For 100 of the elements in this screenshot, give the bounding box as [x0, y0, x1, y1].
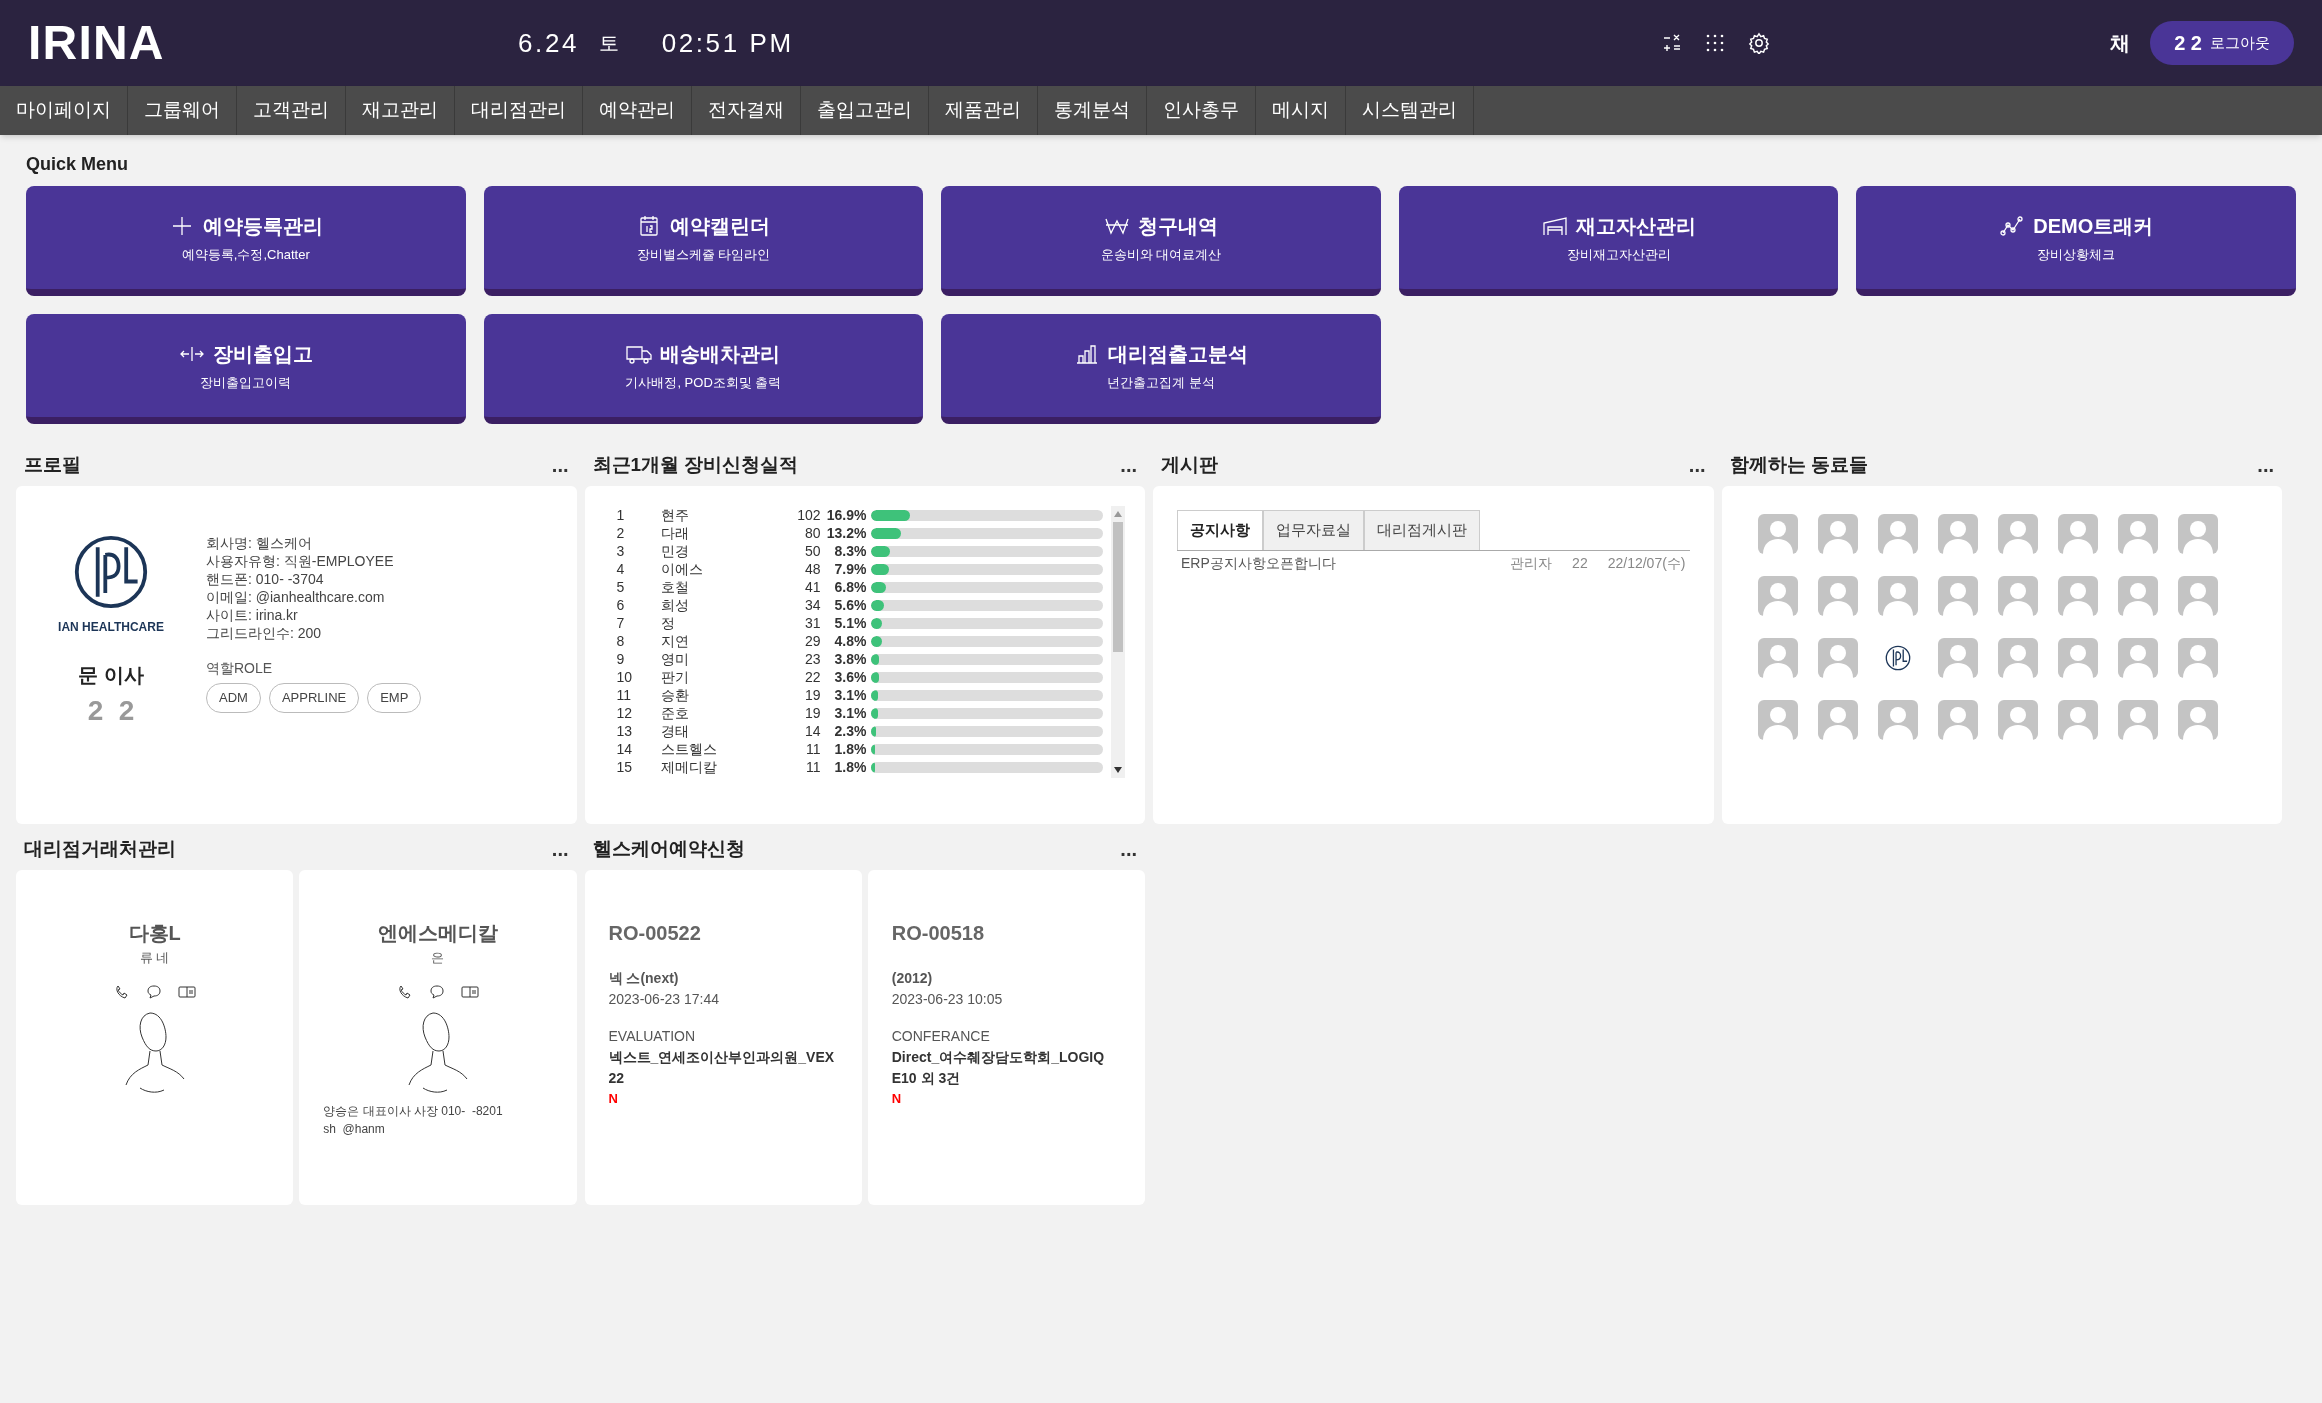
rank-name: 제메디칼: [660, 757, 718, 777]
post-title[interactable]: ERP공지사항오픈합니다: [1181, 552, 1511, 574]
dealer-name: 엔에스메디칼: [377, 921, 498, 946]
avatar-icon: [1937, 514, 1978, 554]
scrollbar[interactable]: [1111, 506, 1125, 778]
nav-menu-item[interactable]: 고객관리: [237, 86, 346, 135]
dealer-card[interactable]: 엔에스메디칼 은 양승은 대표이사 사장 010- -8201 sh @hanm: [299, 870, 577, 1205]
profile-info-text: 그리드라인수: 200: [206, 624, 323, 642]
rank-number: 11: [615, 685, 633, 705]
rank-number: 1: [615, 506, 626, 525]
nav-menu-item[interactable]: 출입고관리: [801, 86, 929, 135]
rank-name: 현주: [660, 506, 690, 525]
avatar-icon: [1937, 700, 1978, 740]
rank-number: 7: [615, 613, 626, 633]
user-name: 채: [2110, 31, 2131, 56]
reservation-card[interactable]: RO-00522 넥 스(next) 2023-06-23 17:44 EVALUATION 넥스트_연세조이산부인과의원_VEX 22 N: [584, 870, 862, 1205]
avatar-icon: [1757, 700, 1798, 740]
rank-name: 준호: [660, 703, 690, 723]
apps-grid-icon[interactable]: [1706, 34, 1725, 52]
scroll-down-icon[interactable]: [1114, 766, 1122, 774]
nav-menu-item[interactable]: 제품관리: [929, 86, 1038, 135]
rank-name: 다래: [660, 523, 690, 543]
more-button[interactable]: ...: [2257, 455, 2274, 475]
more-button[interactable]: ...: [551, 839, 569, 859]
more-button[interactable]: ...: [551, 455, 569, 475]
weekday-text: 토: [599, 31, 622, 56]
avatar-icon: [2177, 638, 2218, 678]
rank-number: 14: [615, 739, 634, 759]
rank-number: 12: [615, 703, 634, 723]
chat-icon[interactable]: [145, 983, 162, 1000]
more-button[interactable]: ...: [1688, 455, 1706, 475]
dealer-card[interactable]: 다홍L 류 네: [16, 870, 294, 1205]
rank-count: 34: [803, 595, 821, 615]
rank-count: 48: [803, 559, 821, 579]
chat-icon[interactable]: [428, 983, 445, 1000]
quick-menu-button[interactable]: 재고자산관리 장비재고자산관리: [1398, 186, 1839, 296]
nav-menu-item[interactable]: 대리점관리: [455, 86, 583, 135]
card-icon[interactable]: [177, 983, 196, 1000]
settings-icon[interactable]: [1748, 32, 1771, 54]
reservation-type: EVALUATION: [608, 1027, 697, 1046]
quick-menu-button[interactable]: 예약등록관리 예약등록,수정,Chatter: [26, 186, 466, 296]
calculator-icon[interactable]: [1662, 33, 1683, 53]
user-name: 문 이사: [78, 663, 144, 688]
quick-menu-button[interactable]: 장비출입고 장비출입고이력: [26, 314, 466, 424]
role-label: 역할ROLE: [206, 659, 274, 678]
nav-menu-item[interactable]: 그룹웨어: [128, 86, 237, 135]
nav-menu-item[interactable]: 시스템관리: [1346, 86, 1474, 135]
rank-name: 판기: [660, 667, 690, 687]
nav-menu-item[interactable]: 메시지: [1256, 86, 1346, 135]
rank-count: 41: [803, 577, 821, 597]
nav-menu-item[interactable]: 인사총무: [1147, 86, 1256, 135]
avatar-icon: [2177, 700, 2218, 740]
rank-percent: 8.3%: [833, 541, 868, 561]
rank-name: 경태: [660, 721, 690, 741]
logo-caption: IAN HEALTHCARE: [58, 619, 164, 636]
time-text: 02:51 PM: [661, 26, 794, 60]
quick-menu-button[interactable]: 대리점출고분석 년간출고집계 분석: [941, 314, 1381, 424]
card-icon[interactable]: [460, 983, 479, 1000]
reservation-datetime: 2023-06-23 17:44: [608, 990, 721, 1009]
panel-title: 대리점거래처관리: [24, 836, 176, 861]
reservation-code: RO-00522: [608, 921, 702, 946]
avatar-icon: [1817, 576, 1858, 616]
phone-icon[interactable]: [113, 983, 130, 1000]
rank-percent: 3.6%: [833, 667, 868, 687]
rank-percent: 1.8%: [833, 757, 868, 777]
rank-percent: 13.2%: [825, 523, 868, 543]
rank-percent: 2.3%: [833, 721, 868, 741]
avatar-icon: [1997, 700, 2038, 740]
rank-percent: 16.9%: [825, 506, 868, 525]
reservation-card[interactable]: RO-00518 (2012) 2023-06-23 10:05 CONFERANCE Direct_여수췌장담도학회_LOGIQ E10 외 3건 N: [867, 870, 1145, 1205]
line-chart-icon: [1999, 214, 2026, 237]
rank-percent: 5.6%: [833, 595, 868, 615]
panel-title: 헬스케어예약신청: [592, 836, 745, 861]
quick-menu-button[interactable]: 배송배차관리 기사배정, POD조회및 출력: [483, 314, 924, 424]
rank-count: 11: [804, 757, 821, 777]
more-button[interactable]: ...: [1120, 455, 1137, 475]
quick-menu-button[interactable]: DEMO트래커 장비상황체크: [1856, 186, 2296, 296]
board-tab[interactable]: 공지사항: [1177, 510, 1263, 550]
more-button[interactable]: ...: [1120, 839, 1137, 859]
logout-button[interactable]: 2 2 로그아웃: [2150, 21, 2294, 65]
quick-menu-button[interactable]: 예약캘린더 장비별스케쥴 타임라인: [483, 186, 924, 296]
rank-name: 호철: [660, 577, 690, 597]
nav-menu-item[interactable]: 통계분석: [1038, 86, 1147, 135]
quick-menu-button[interactable]: 청구내역 운송비와 대여료계산: [941, 186, 1381, 296]
nav-menu-item[interactable]: 마이페이지: [0, 86, 128, 135]
rank-number: 9: [615, 649, 626, 669]
app-logo[interactable]: IRINA: [28, 7, 518, 79]
board-tab[interactable]: 업무자료실: [1263, 510, 1364, 550]
board-tab[interactable]: 대리점게시판: [1364, 510, 1480, 550]
phone-icon[interactable]: [396, 983, 413, 1000]
nav-menu-item[interactable]: 예약관리: [583, 86, 692, 135]
rank-count: 102: [796, 506, 821, 525]
dealer-name: 다홍L: [128, 921, 181, 946]
profile-info-text: 사이트: irina.kr: [206, 606, 299, 624]
rank-name: 지연: [660, 631, 690, 651]
rank-percent: 7.9%: [833, 559, 868, 579]
nav-menu-item[interactable]: 전자결재: [692, 86, 801, 135]
profile-info-text: 이메일: @ianhealthcare.com: [206, 588, 386, 606]
nav-menu-item[interactable]: 재고관리: [346, 86, 455, 135]
rank-count: 80: [803, 523, 821, 543]
